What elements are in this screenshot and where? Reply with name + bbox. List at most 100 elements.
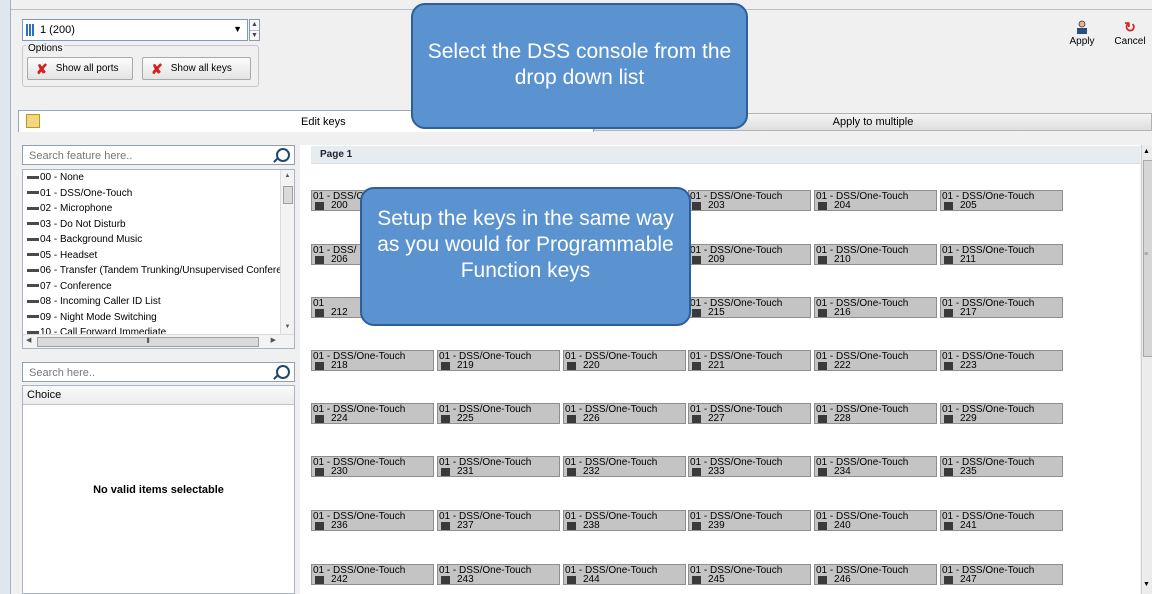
spin-down-icon[interactable]: ▼ xyxy=(250,31,259,41)
key-led-icon xyxy=(818,256,827,264)
dss-console-dropdown[interactable]: 1 (200) ▼ xyxy=(22,19,248,41)
feature-item[interactable]: 02 - Microphone xyxy=(23,201,294,217)
feature-item-label: 05 - Headset xyxy=(40,249,98,261)
search-icon[interactable] xyxy=(276,148,290,162)
dss-key[interactable]: 01 - DSS/One-Touch 229 xyxy=(940,403,1063,424)
dss-key[interactable]: 01 - DSS/One-Touch 238 xyxy=(563,510,686,531)
dss-key[interactable]: 01 - DSS/One-Touch 225 xyxy=(437,403,560,424)
dss-key-number: 224 xyxy=(331,413,348,424)
spin-up-icon[interactable]: ▲ xyxy=(250,20,259,31)
hscroll-thumb[interactable]: ⦀ xyxy=(37,337,259,347)
dss-key-function: 01 - DSS/One-Touch xyxy=(439,565,532,576)
dss-key[interactable]: 01 - DSS/One-Touch 218 xyxy=(311,350,434,371)
feature-item[interactable]: 06 - Transfer (Tandem Trunking/Unsupervi… xyxy=(23,263,294,279)
key-led-icon xyxy=(944,256,953,264)
dss-key[interactable]: 01 - DSS/One-Touch 221 xyxy=(688,350,811,371)
key-feature-icon xyxy=(27,191,39,195)
dss-key[interactable]: 01 - DSS/One-Touch 215 xyxy=(688,297,811,318)
dss-key[interactable]: 01 - DSS/One-Touch 232 xyxy=(563,456,686,477)
dss-key[interactable]: 01 - DSS/One-Touch 239 xyxy=(688,510,811,531)
dss-key[interactable]: 01 - DSS/One-Touch 243 xyxy=(437,564,560,585)
undo-icon: ↻ xyxy=(1124,19,1136,35)
feature-item[interactable]: 05 - Headset xyxy=(23,248,294,264)
key-led-icon xyxy=(944,362,953,370)
dss-key[interactable]: 01 - DSS/One-Touch 234 xyxy=(814,456,937,477)
dss-key[interactable]: 01 - DSS/One-Touch 226 xyxy=(563,403,686,424)
choice-header: Choice xyxy=(23,386,294,405)
feature-item[interactable]: 00 - None xyxy=(23,170,294,186)
dss-key[interactable]: 01 - DSS/One-Touch 230 xyxy=(311,456,434,477)
search-icon[interactable] xyxy=(276,365,290,379)
dss-key[interactable]: 01 - DSS/One-Touch 228 xyxy=(814,403,937,424)
dss-key[interactable]: 01 - DSS/One-Touch 241 xyxy=(940,510,1063,531)
choice-search-input[interactable] xyxy=(27,364,271,382)
console-grid-icon xyxy=(26,24,35,36)
empty-choice-message: No valid items selectable xyxy=(93,484,224,496)
dss-key[interactable]: 01 - DSS/One-Touch 224 xyxy=(311,403,434,424)
dss-key-function: 01 - DSS/One-Touch xyxy=(313,351,406,362)
dss-key[interactable]: 01 - DSS/One-Touch 233 xyxy=(688,456,811,477)
key-led-icon xyxy=(567,415,576,423)
dss-key-number: 240 xyxy=(834,520,851,531)
feature-list-hscroll[interactable]: ◀ ⦀ ▶ xyxy=(23,334,294,348)
feature-item[interactable]: 01 - DSS/One-Touch xyxy=(23,186,294,202)
dss-key[interactable]: 01 - DSS/One-Touch 235 xyxy=(940,456,1063,477)
feature-item[interactable]: 08 - Incoming Caller ID List xyxy=(23,294,294,310)
dss-key-function: 01 - DSS/One-Touch xyxy=(942,457,1035,468)
scroll-right-icon[interactable]: ▶ xyxy=(271,336,276,344)
dss-key[interactable]: 01 - DSS/One-Touch 245 xyxy=(688,564,811,585)
feature-search-input[interactable] xyxy=(27,147,271,165)
scroll-up-icon[interactable]: ▲ xyxy=(1143,148,1150,155)
chevron-down-icon[interactable]: ▼ xyxy=(233,24,242,34)
dss-key-number: 222 xyxy=(834,360,851,371)
feature-item[interactable]: 09 - Night Mode Switching xyxy=(23,310,294,326)
key-feature-icon xyxy=(27,175,39,179)
feature-list-vscroll[interactable]: ▲ ▼ xyxy=(280,170,294,336)
dss-key[interactable]: 01 - DSS/One-Touch 219 xyxy=(437,350,560,371)
dss-key[interactable]: 01 - DSS/One-Touch 236 xyxy=(311,510,434,531)
dss-key[interactable]: 01 - DSS/One-Touch 205 xyxy=(940,190,1063,211)
dss-key[interactable]: 01 - DSS/One-Touch 220 xyxy=(563,350,686,371)
dss-key[interactable]: 01 - DSS/One-Touch 237 xyxy=(437,510,560,531)
dss-key[interactable]: 01 - DSS/One-Touch 216 xyxy=(814,297,937,318)
dss-key[interactable]: 01 - DSS/One-Touch 231 xyxy=(437,456,560,477)
dss-key[interactable]: 01 - DSS/One-Touch 227 xyxy=(688,403,811,424)
dss-key[interactable]: 01 - DSS/One-Touch 210 xyxy=(814,244,937,265)
dss-key[interactable]: 01 - DSS/One-Touch 247 xyxy=(940,564,1063,585)
dss-key[interactable]: 01 - DSS/One-Touch 204 xyxy=(814,190,937,211)
dss-key-number: 218 xyxy=(331,360,348,371)
dss-key[interactable]: 01 - DSS/One-Touch 217 xyxy=(940,297,1063,318)
show-all-ports-label: Show all ports xyxy=(55,63,119,74)
dss-key-function: 01 - DSS/One-Touch xyxy=(942,191,1035,202)
dss-key-number: 235 xyxy=(960,466,977,477)
key-feature-icon xyxy=(27,253,39,257)
dss-key[interactable]: 01 - DSS/One-Touch 222 xyxy=(814,350,937,371)
scroll-up-icon[interactable]: ▲ xyxy=(281,173,294,179)
console-spinner[interactable]: ▲ ▼ xyxy=(249,19,260,41)
scroll-down-icon[interactable]: ▼ xyxy=(1143,581,1150,588)
feature-item[interactable]: 03 - Do Not Disturb xyxy=(23,217,294,233)
scroll-thumb[interactable] xyxy=(283,186,293,204)
apply-button[interactable]: Apply xyxy=(1062,20,1102,54)
tab-edit-keys-label: Edit keys xyxy=(301,116,346,128)
feature-item[interactable]: 04 - Background Music xyxy=(23,232,294,248)
scroll-down-icon[interactable]: ▼ xyxy=(281,324,294,330)
show-all-ports-button[interactable]: ✘ Show all ports xyxy=(27,57,133,80)
dss-key-function: 01 - DSS/One-Touch xyxy=(942,351,1035,362)
cancel-button[interactable]: ↻ Cancel xyxy=(1110,20,1150,54)
dss-key[interactable]: 01 - DSS/One-Touch 203 xyxy=(688,190,811,211)
dss-key[interactable]: 01 - DSS/One-Touch 240 xyxy=(814,510,937,531)
dss-key[interactable]: 01 - DSS/One-Touch 246 xyxy=(814,564,937,585)
dss-key[interactable]: 01 - DSS/One-Touch 211 xyxy=(940,244,1063,265)
dss-key[interactable]: 01 - DSS/One-Touch 209 xyxy=(688,244,811,265)
feature-item[interactable]: 07 - Conference xyxy=(23,279,294,295)
dss-key[interactable]: 01 - DSS/One-Touch 223 xyxy=(940,350,1063,371)
keys-vscroll[interactable]: ▲ ≡ ▼ xyxy=(1141,145,1152,594)
dss-key-function: 01 - DSS/One-Touch xyxy=(690,351,783,362)
dss-key[interactable]: 01 - DSS/One-Touch 244 xyxy=(563,564,686,585)
key-led-icon xyxy=(818,468,827,476)
scroll-left-icon[interactable]: ◀ xyxy=(26,336,31,344)
show-all-keys-button[interactable]: ✘ Show all keys xyxy=(142,57,251,80)
keys-scroll-thumb[interactable] xyxy=(1143,160,1152,357)
dss-key[interactable]: 01 - DSS/One-Touch 242 xyxy=(311,564,434,585)
